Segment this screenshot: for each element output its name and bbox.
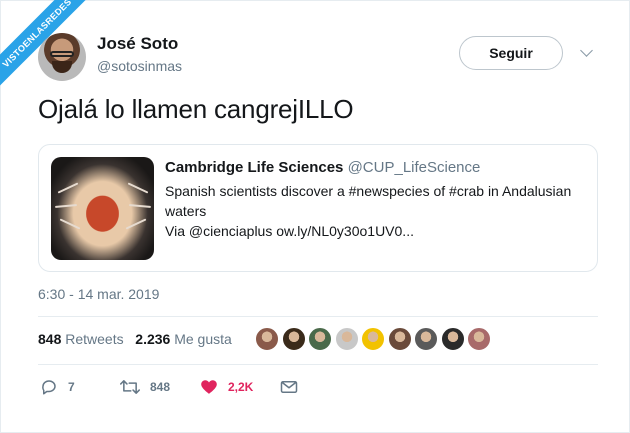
liker-avatar[interactable] bbox=[414, 327, 438, 351]
likes-count[interactable]: 2.236 bbox=[135, 331, 170, 347]
retweet-button[interactable]: 848 bbox=[120, 378, 170, 396]
liker-avatar[interactable] bbox=[467, 327, 491, 351]
crab-thumbnail bbox=[51, 157, 154, 260]
retweet-count: 848 bbox=[150, 380, 171, 394]
tweet-text: Ojalá lo llamen cangrejILLO bbox=[38, 94, 354, 124]
crab-leg bbox=[57, 182, 79, 194]
card-author-handle: @CUP_LifeScience bbox=[347, 159, 481, 176]
heart-icon bbox=[201, 380, 217, 394]
reply-button[interactable]: 7 bbox=[40, 378, 75, 396]
card-author-name: Cambridge Life Sciences bbox=[165, 159, 344, 176]
reply-count: 7 bbox=[68, 380, 75, 394]
liker-avatar[interactable] bbox=[334, 327, 359, 351]
liker-avatar[interactable] bbox=[308, 327, 332, 351]
message-button[interactable] bbox=[280, 378, 308, 396]
crab-leg bbox=[54, 204, 78, 208]
quoted-tweet-card[interactable]: Cambridge Life Sciences @CUP_LifeScience… bbox=[38, 144, 598, 272]
liker-avatar[interactable] bbox=[281, 327, 306, 351]
divider bbox=[38, 316, 598, 317]
card-text-line: Via @cienciaplus ow.ly/NL0y30o1UV0... bbox=[165, 223, 414, 239]
author-handle[interactable]: @sotosinmas bbox=[97, 58, 182, 74]
divider bbox=[38, 364, 598, 365]
card-author: Cambridge Life Sciences @CUP_LifeScience bbox=[165, 159, 480, 176]
card-text-line: Spanish scientists discover a #newspecie… bbox=[165, 183, 572, 199]
liker-avatar[interactable] bbox=[361, 327, 385, 351]
author-name[interactable]: José Soto bbox=[97, 34, 178, 54]
timestamp[interactable]: 6:30 - 14 mar. 2019 bbox=[38, 286, 159, 302]
crab-leg bbox=[59, 218, 81, 230]
crab-leg bbox=[128, 204, 152, 208]
crab-leg bbox=[127, 182, 149, 194]
avatar-beard bbox=[52, 61, 72, 73]
like-button[interactable]: 2,2K bbox=[200, 378, 253, 396]
crab-leg bbox=[125, 218, 147, 230]
like-count: 2,2K bbox=[228, 380, 254, 394]
liker-avatar[interactable] bbox=[255, 327, 279, 351]
liker-avatar[interactable] bbox=[440, 327, 465, 351]
message-icon bbox=[280, 381, 298, 393]
retweets-label[interactable]: Retweets bbox=[65, 331, 123, 347]
likes-label[interactable]: Me gusta bbox=[174, 331, 232, 347]
retweet-icon bbox=[120, 380, 140, 394]
liker-avatar[interactable] bbox=[387, 327, 412, 351]
avatar-glasses bbox=[50, 51, 74, 57]
engagement-stats: 848 Retweets 2.236 Me gusta bbox=[38, 331, 232, 347]
reply-icon bbox=[42, 380, 56, 395]
card-text-line: waters bbox=[165, 203, 207, 219]
follow-button[interactable]: Seguir bbox=[459, 36, 563, 70]
avatar[interactable] bbox=[38, 33, 86, 81]
retweets-count[interactable]: 848 bbox=[38, 331, 61, 347]
